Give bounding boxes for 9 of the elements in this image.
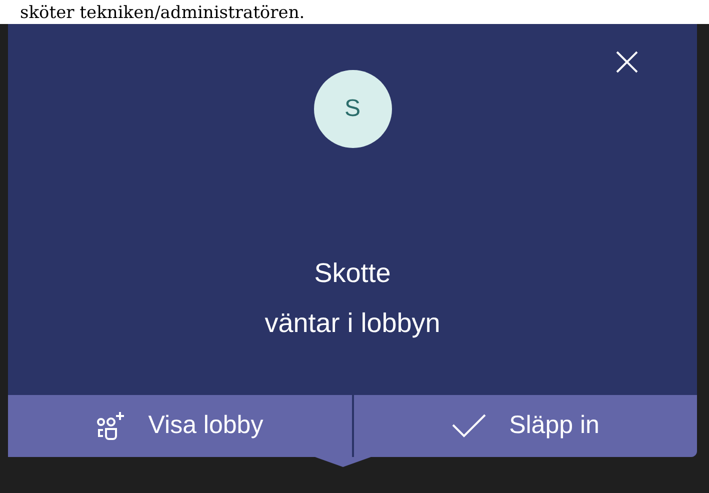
- waiting-message: väntar i lobbyn: [264, 307, 440, 340]
- close-icon: [616, 51, 638, 73]
- checkmark-icon: [451, 413, 488, 439]
- view-lobby-button[interactable]: Visa lobby: [8, 395, 352, 457]
- admit-button[interactable]: Släpp in: [354, 395, 697, 457]
- people-add-icon: [96, 411, 126, 441]
- participant-name: Skotte: [314, 257, 391, 290]
- page-text: sköter tekniken/administratören.: [20, 2, 305, 24]
- avatar: S: [314, 70, 392, 148]
